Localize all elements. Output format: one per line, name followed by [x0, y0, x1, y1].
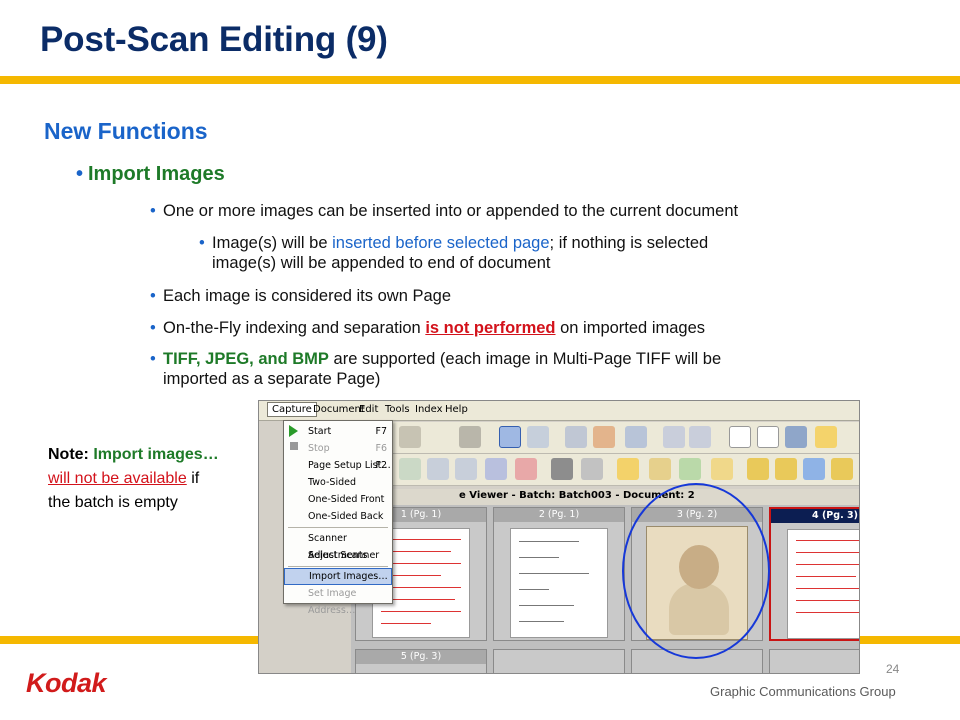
trash-icon[interactable] — [551, 458, 573, 480]
merge-icon[interactable] — [649, 458, 671, 480]
top-divider — [0, 76, 960, 84]
app-screenshot: Capture Document Edit Tools Index Help e… — [258, 400, 860, 674]
bullet-dot: • — [76, 163, 84, 185]
bullet-insert-before-post: ; if nothing is selected — [549, 234, 709, 252]
note-prefix: Note: — [48, 446, 94, 463]
menu-item-scanner-adjustments[interactable]: Scanner Adjustments — [284, 530, 392, 561]
magnifier-icon[interactable] — [565, 426, 587, 448]
print-icon[interactable] — [459, 426, 481, 448]
bullet-dot: • — [150, 202, 156, 220]
first-page-icon[interactable] — [747, 458, 769, 480]
next-page-icon[interactable] — [803, 458, 825, 480]
footer-text: Graphic Communications Group — [710, 684, 896, 699]
thumbnail-page[interactable] — [769, 649, 859, 673]
document-image — [787, 529, 859, 639]
menu-document[interactable]: Document — [313, 404, 365, 415]
bullet-import-images-label: Import Images — [88, 163, 225, 185]
highlight-circle — [622, 483, 770, 659]
menu-separator — [288, 566, 388, 567]
menu-item-import-images[interactable]: Import Images… — [284, 568, 392, 585]
settings-icon[interactable] — [399, 426, 421, 448]
menu-item-start[interactable]: Start F7 — [284, 423, 392, 440]
note-import-images: Import images… — [93, 446, 219, 463]
page-number: 24 — [886, 662, 900, 676]
menu-tools[interactable]: Tools — [385, 404, 410, 415]
app-menubar: Capture Document Edit Tools Index Help — [259, 401, 859, 421]
bullet-own-page-text: Each image is considered its own Page — [163, 287, 451, 305]
menu-edit[interactable]: Edit — [359, 404, 378, 415]
bullet-insert-before-line2: image(s) will be appended to end of docu… — [212, 254, 551, 272]
menu-help[interactable]: Help — [445, 404, 468, 415]
bullet-import-images: • Import Images — [76, 163, 225, 186]
new-document-icon[interactable] — [617, 458, 639, 480]
pages-check-icon[interactable] — [757, 426, 779, 448]
menu-item-two-sided[interactable]: Two-Sided — [284, 474, 392, 491]
menu-item-select-scanner[interactable]: Select Scanner — [284, 547, 392, 564]
folder-icon[interactable] — [815, 426, 837, 448]
menu-item-one-sided-front[interactable]: One-Sided Front — [284, 491, 392, 508]
capture-menu: Start F7 Stop F6 Page Setup List… F2 Two-Si… — [283, 420, 393, 616]
note-callout: Note: Import images… will not be availab… — [48, 443, 220, 515]
hand-icon[interactable] — [593, 426, 615, 448]
bullet-formats-line2: imported as a separate Page) — [163, 370, 381, 388]
undo-icon[interactable] — [581, 458, 603, 480]
bullet-on-the-fly-post: on imported images — [555, 319, 706, 337]
copy-icon[interactable] — [485, 458, 507, 480]
bullet-formats-post: are supported (each image in Multi-Page … — [328, 350, 722, 368]
menu-index[interactable]: Index — [415, 404, 443, 415]
bullet-formats: • TIFF, JPEG, and BMP are supported (eac… — [150, 349, 903, 389]
thumbnail-label: 5 (Pg. 3) — [356, 650, 486, 664]
menu-separator — [288, 527, 388, 528]
slide-title: Post-Scan Editing (9) — [40, 20, 388, 59]
bullet-insert-before-highlight: inserted before selected page — [332, 234, 550, 252]
bullet-insert-before-pre: Image(s) will be — [212, 234, 333, 252]
thumbnail-page[interactable]: 2 (Pg. 1) — [493, 507, 625, 641]
separator-icon[interactable] — [711, 458, 733, 480]
note-warning: will not be available — [48, 470, 187, 487]
bullet-on-the-fly-pre: On-the-Fly indexing and separation — [163, 319, 426, 337]
rotate-icon[interactable] — [399, 458, 421, 480]
previous-page-icon[interactable] — [775, 458, 797, 480]
page-icon[interactable] — [455, 458, 477, 480]
kodak-logo: Kodak — [26, 668, 107, 698]
bullet-insert-before: • Image(s) will be inserted before selec… — [199, 233, 872, 273]
menu-item-stop[interactable]: Stop F6 — [284, 440, 392, 457]
menu-item-set-image-address[interactable]: Set Image Address… — [284, 585, 392, 616]
bullet-own-page: • Each image is considered its own Page — [150, 286, 451, 306]
bullet-dot: • — [199, 234, 205, 252]
thumbnail-page[interactable] — [493, 649, 625, 673]
last-page-icon[interactable] — [831, 458, 853, 480]
bullet-formats-list: TIFF, JPEG, and BMP — [163, 350, 329, 368]
document-image — [510, 528, 608, 638]
thumbnail-page-selected[interactable]: 4 (Pg. 3) — [769, 507, 859, 641]
replace-icon[interactable] — [515, 458, 537, 480]
select-icon[interactable] — [527, 426, 549, 448]
thumbnail-page[interactable]: 5 (Pg. 3) — [355, 649, 487, 673]
zoom-out-icon[interactable] — [689, 426, 711, 448]
bullet-one-or-more: • One or more images can be inserted int… — [150, 201, 739, 221]
bullet-on-the-fly-warning: is not performed — [425, 319, 556, 337]
thumbnail-label: 4 (Pg. 3) — [771, 509, 859, 523]
menu-item-one-sided-back[interactable]: One-Sided Back — [284, 508, 392, 525]
thumbnail-label: 2 (Pg. 1) — [494, 508, 624, 522]
page-check-icon[interactable] — [729, 426, 751, 448]
menu-capture[interactable]: Capture — [267, 402, 317, 417]
bullet-dot: • — [150, 287, 156, 305]
zoom-in-icon[interactable] — [663, 426, 685, 448]
bullet-one-or-more-text: One or more images can be inserted into … — [163, 202, 739, 220]
grid-view-icon[interactable] — [625, 426, 647, 448]
pointer-icon[interactable] — [499, 426, 521, 448]
bullet-on-the-fly: • On-the-Fly indexing and separation is … — [150, 318, 706, 338]
section-heading: New Functions — [44, 118, 208, 144]
bullet-dot: • — [150, 350, 156, 368]
thumbnail-viewer: 1 (Pg. 1) 2 (Pg. 1) 3 (Pg. 2) 4 (Pg. 3) … — [351, 505, 859, 673]
menu-item-page-setup[interactable]: Page Setup List… F2 — [284, 457, 392, 474]
filter-icon[interactable] — [785, 426, 807, 448]
split-icon[interactable] — [679, 458, 701, 480]
bullet-dot: • — [150, 319, 156, 337]
page-icon[interactable] — [427, 458, 449, 480]
